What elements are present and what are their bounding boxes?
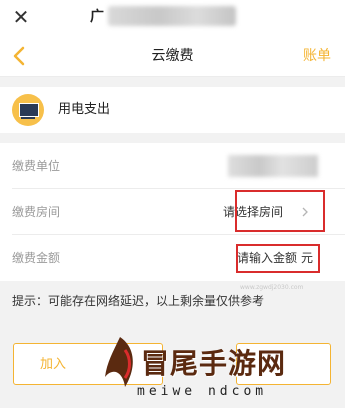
watermark-text: 冒尾手游网 <box>141 347 287 380</box>
amount-highlight-box <box>236 244 320 273</box>
app-top-bar: ✕ 广 <box>0 0 345 36</box>
watermark-logo-icon <box>105 337 133 387</box>
service-header: 用电支出 <box>0 87 345 133</box>
unit-label: 缴费单位 <box>12 159 61 173</box>
room-highlight-box <box>235 190 325 232</box>
nav-bar: 云缴费 账单 <box>0 36 345 77</box>
watermark: 冒尾手游网 meiwe ndcom <box>95 322 340 408</box>
watermark-url: meiwe ndcom <box>137 384 268 399</box>
redacted-title <box>108 6 236 26</box>
hint-text: 提示：可能存在网络延迟，以上剩余量仅供参考 <box>12 294 265 308</box>
small-watermark-url: www.zgwdj2030.com <box>240 284 304 291</box>
tv-icon <box>12 94 44 126</box>
room-label: 缴费房间 <box>12 205 61 219</box>
page-title: 云缴费 <box>151 48 194 64</box>
bill-link[interactable]: 账单 <box>303 36 331 76</box>
close-icon[interactable]: ✕ <box>10 6 32 28</box>
service-label: 用电支出 <box>58 102 111 117</box>
row-unit: 缴费单位 <box>0 143 345 189</box>
redacted-unit-value <box>228 155 318 177</box>
amount-label: 缴费金额 <box>12 251 61 265</box>
